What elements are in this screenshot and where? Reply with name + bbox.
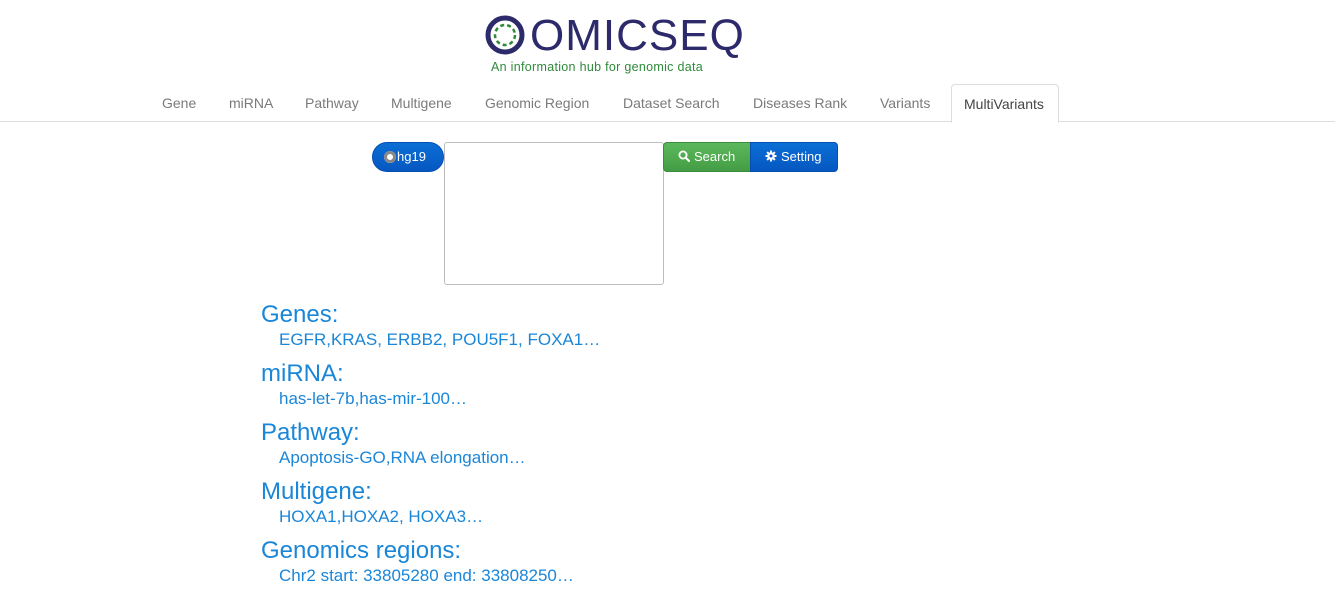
pathway-heading: Pathway: <box>261 419 360 446</box>
logo-wordmark: OMICSEQ <box>530 11 745 60</box>
tab-mirna[interactable]: miRNA <box>217 84 285 122</box>
search-button[interactable]: Search <box>663 142 751 172</box>
main-nav: Gene miRNA Pathway Multigene Genomic Reg… <box>0 84 1335 123</box>
pathway-example-link[interactable]: Apoptosis-GO,RNA elongation… <box>261 448 600 468</box>
search-icon <box>678 150 690 162</box>
tab-multigene[interactable]: Multigene <box>379 84 464 122</box>
omicseq-ring-icon <box>485 15 525 55</box>
mirna-heading: miRNA: <box>261 360 344 387</box>
multigene-example-link[interactable]: HOXA1,HOXA2, HOXA3… <box>261 507 600 527</box>
mirna-example-link[interactable]: has-let-7b,has-mir-100… <box>261 389 600 409</box>
genomic-regions-example-link[interactable]: Chr2 start: 33805280 end: 33808250… <box>261 566 600 586</box>
tab-pathway[interactable]: Pathway <box>293 84 371 122</box>
multigene-heading: Multigene: <box>261 478 372 505</box>
tab-dataset-search[interactable]: Dataset Search <box>611 84 732 122</box>
variants-query-input[interactable] <box>444 142 664 285</box>
toggle-knob <box>384 151 396 163</box>
tab-multivariants[interactable]: MultiVariants <box>951 84 1059 123</box>
logo-tagline: An information hub for genomic data <box>491 60 704 74</box>
site-logo[interactable]: OMICSEQ An information hub for genomic d… <box>484 10 744 76</box>
setting-button[interactable]: Setting <box>750 142 838 172</box>
genome-toggle[interactable]: hg19 <box>372 142 444 172</box>
tab-diseases-rank[interactable]: Diseases Rank <box>741 84 859 122</box>
setting-button-label: Setting <box>781 149 822 164</box>
genes-example-link[interactable]: EGFR,KRAS, ERBB2, POU5F1, FOXA1… <box>261 330 600 350</box>
genome-label: hg19 <box>397 149 426 164</box>
gear-icon <box>765 150 777 162</box>
tab-gene[interactable]: Gene <box>150 84 208 122</box>
tab-variants[interactable]: Variants <box>868 84 942 122</box>
search-button-label: Search <box>694 149 736 164</box>
tab-genomic-region[interactable]: Genomic Region <box>473 84 601 122</box>
genomic-regions-heading: Genomics regions: <box>261 537 462 564</box>
genes-heading: Genes: <box>261 301 339 328</box>
examples-list: Genes: EGFR,KRAS, ERBB2, POU5F1, FOXA1… … <box>261 300 600 595</box>
